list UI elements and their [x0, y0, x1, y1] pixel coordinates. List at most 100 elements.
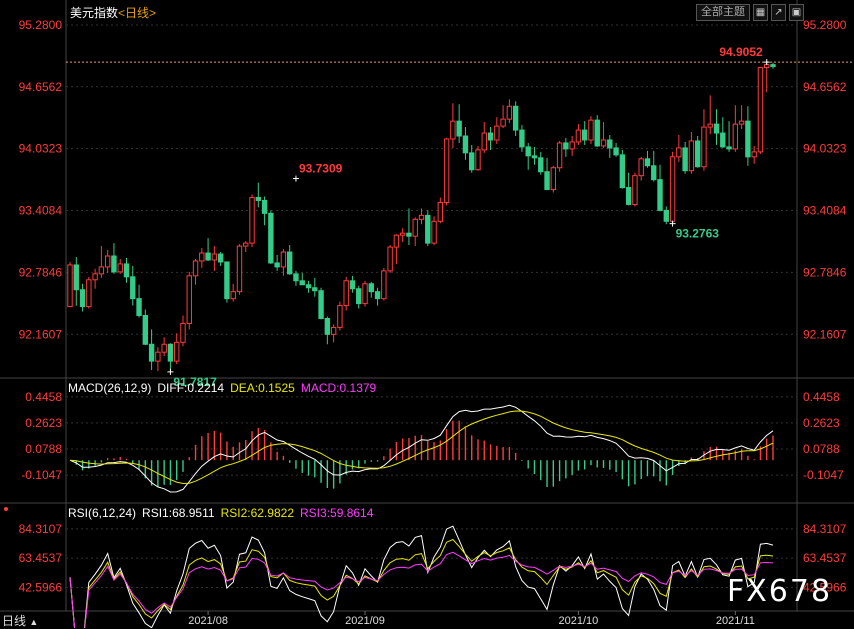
candle-body: [600, 139, 607, 147]
candle-body: [469, 152, 475, 171]
draw-icon[interactable]: ↗: [771, 4, 786, 21]
macd-y-tick-left: 0.2623: [25, 416, 62, 430]
macd-y-tick-right: 0.2623: [803, 416, 840, 430]
macd-title: MACD(26,12,9): [68, 381, 152, 395]
candle-body: [356, 288, 362, 305]
y-tick-label-right: 95.2800: [803, 18, 847, 32]
y-tick-label-left: 95.2800: [19, 18, 63, 32]
candle-body: [575, 129, 582, 143]
candle-body: [450, 120, 456, 140]
candle-body: [694, 140, 701, 168]
candle-body: [211, 253, 218, 261]
full-theme-button[interactable]: 全部主题: [696, 4, 750, 21]
rsi-y-tick-right: 84.3107: [803, 522, 847, 536]
macd-y-tick-right: 0.0788: [803, 442, 840, 456]
candle-body: [726, 146, 732, 150]
candle-body: [374, 291, 381, 300]
candle-body: [538, 157, 544, 173]
period-selector[interactable]: <日线>: [118, 6, 156, 20]
diff-legend: DIFF:0.2214: [157, 381, 225, 395]
candle-body: [588, 119, 594, 141]
candle-body: [682, 147, 688, 172]
chart-canvas: 95.2800 95.2800 94.6562 94.6562 94.0323 94.03…: [0, 0, 854, 628]
candle-body: [123, 263, 130, 278]
candle-body: [186, 275, 192, 324]
y-tick-label-right: 92.7846: [803, 265, 847, 279]
macd-y-tick-right: 0.4458: [803, 390, 840, 404]
candle-body: [368, 283, 374, 293]
candle-body: [330, 326, 337, 335]
candle-body: [487, 132, 494, 141]
y-tick-label-left: 94.6562: [19, 80, 63, 94]
macd-y-tick-left: 0.0788: [25, 442, 62, 456]
x-tick-label: 2021/08: [188, 615, 228, 627]
candle-body: [475, 149, 481, 171]
candle-body: [349, 280, 356, 290]
rsi1-legend: RSI1:68.9511: [142, 506, 215, 520]
candle-body: [751, 151, 757, 158]
candle-body: [512, 105, 519, 131]
candle-body: [205, 252, 211, 261]
candle-body: [732, 123, 739, 150]
candle-body: [67, 264, 73, 308]
y-tick-label-left: 92.1607: [19, 327, 63, 341]
macd-value-legend: MACD:0.1379: [300, 381, 377, 395]
candle-body: [142, 315, 149, 345]
candle-body: [117, 263, 123, 273]
price-annotation: 93.7309: [299, 162, 343, 176]
candle-body: [255, 196, 262, 201]
candle-body: [525, 146, 531, 157]
candle-body: [161, 343, 167, 353]
candle-body: [707, 123, 713, 128]
candle-body: [393, 234, 400, 248]
candle-body: [73, 264, 79, 291]
candle-body: [199, 252, 205, 262]
candle-body: [519, 129, 525, 148]
rsi-y-tick-left: 42.5966: [19, 580, 63, 594]
candle-body: [431, 220, 437, 244]
candle-body: [104, 255, 111, 268]
y-tick-label-right: 93.4084: [803, 204, 847, 218]
candle-body: [770, 64, 776, 68]
candle-body: [425, 214, 431, 244]
candle-body: [286, 251, 293, 275]
candle-body: [362, 283, 368, 305]
candle-body: [224, 261, 230, 300]
candle-body: [657, 179, 663, 211]
rsi-y-tick-left: 63.4537: [19, 551, 63, 565]
candle-body: [607, 139, 613, 149]
period-label[interactable]: 日线 ▲: [2, 612, 38, 629]
candle-body: [412, 218, 418, 237]
candle-body: [111, 255, 117, 273]
candle-body: [305, 284, 312, 289]
candle-body: [418, 214, 425, 220]
candle-body: [280, 251, 287, 268]
x-tick-label: 2021/10: [559, 615, 599, 627]
candle-body: [98, 266, 105, 275]
candle-body: [86, 279, 92, 308]
price-annotation: 93.2763: [676, 227, 720, 241]
candle-body: [701, 126, 707, 168]
candle-body: [644, 158, 651, 167]
candle-body: [613, 147, 619, 156]
candle-body: [462, 135, 469, 154]
window-icon[interactable]: ▣: [789, 4, 804, 21]
instrument-name: 美元指数: [70, 6, 119, 20]
candle-body: [720, 132, 726, 148]
panel-marker: [4, 507, 8, 511]
y-tick-label-right: 94.0323: [803, 142, 847, 156]
candle-body: [274, 262, 280, 268]
grid-icon[interactable]: ▦: [753, 4, 768, 21]
candle-body: [632, 175, 638, 205]
candle-body: [738, 120, 745, 125]
macd-y-tick-right: -0.1047: [803, 468, 844, 482]
candle-body: [745, 120, 751, 158]
candle-body: [500, 118, 506, 127]
macd-y-tick-left: 0.4458: [25, 390, 62, 404]
candle-body: [713, 123, 720, 134]
candle-body: [581, 129, 588, 141]
candle-body: [569, 141, 575, 150]
candle-body: [236, 245, 243, 293]
price-annotation: 94.9052: [719, 45, 763, 59]
watermark-logo: FX678: [727, 574, 833, 609]
